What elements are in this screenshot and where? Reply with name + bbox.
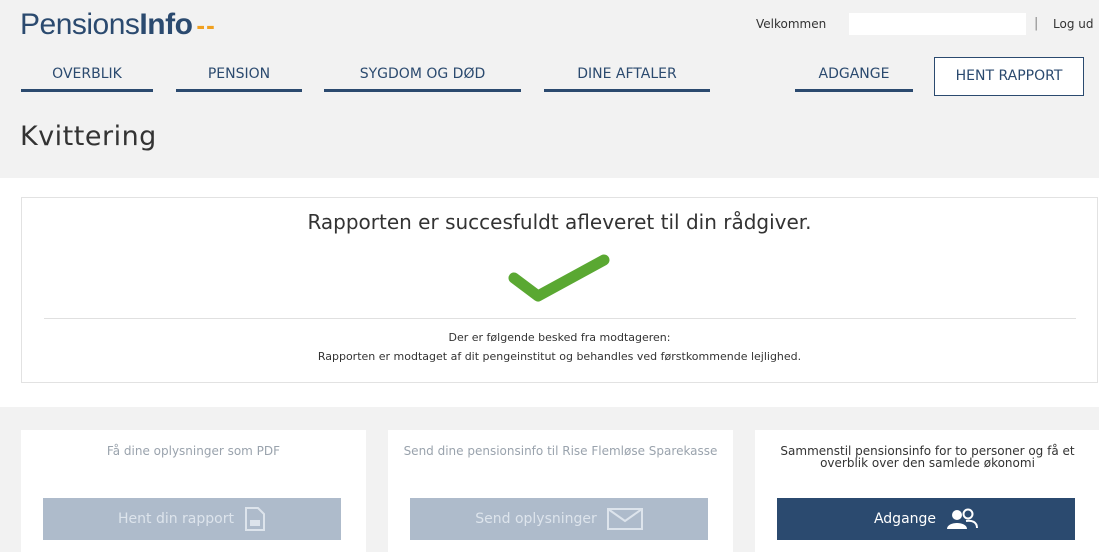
message-body: Rapporten er modtaget af dit pengeinstit…	[317, 350, 802, 363]
document-icon	[244, 507, 265, 531]
receipt-panel: Rapporten er succesfuldt afleveret til d…	[21, 197, 1098, 383]
nav-dine-aftaler[interactable]: DINE AFTALER	[544, 58, 710, 92]
nav-pension[interactable]: PENSION	[176, 58, 302, 92]
divider	[44, 318, 1076, 319]
checkmark-icon	[508, 254, 610, 302]
pensionsinfo-logo[interactable]: PensionsInfo --	[20, 8, 216, 42]
hent-din-rapport-button[interactable]: Hent din rapport	[43, 498, 341, 540]
logout-link[interactable]: Log ud	[1053, 17, 1093, 31]
adgange-card: Sammenstil pensionsinfo for to personer …	[755, 430, 1099, 552]
envelope-icon	[606, 508, 643, 530]
adgange-card-text: Sammenstil pensionsinfo for to personer …	[780, 444, 1075, 470]
send-oplysninger-button[interactable]: Send oplysninger	[410, 498, 708, 540]
receipt-headline: Rapporten er succesfuldt afleveret til d…	[307, 210, 812, 234]
send-card: Send dine pensionsinfo til Rise Flemløse…	[388, 430, 733, 552]
nav-overblik[interactable]: OVERBLIK	[21, 58, 153, 92]
send-oplysninger-label: Send oplysninger	[475, 511, 597, 527]
welcome-label: Velkommen	[756, 17, 827, 31]
adgange-label: Adgange	[873, 511, 937, 527]
logo-dots: --	[196, 10, 216, 40]
pdf-card: Få dine oplysninger som PDF Hent din rap…	[21, 430, 366, 552]
hent-rapport-button[interactable]: HENT RAPPORT	[934, 57, 1084, 96]
logo-prefix: Pensions	[20, 8, 140, 41]
user-name-field	[849, 13, 1026, 35]
nav-adgange[interactable]: ADGANGE	[795, 58, 913, 92]
people-icon	[947, 508, 979, 529]
nav-sygdom-og-doed[interactable]: SYGDOM OG DØD	[324, 58, 521, 92]
send-card-text: Send dine pensionsinfo til Rise Flemløse…	[403, 444, 718, 458]
logo-bold: Info	[139, 8, 193, 41]
hent-din-rapport-label: Hent din rapport	[118, 511, 234, 527]
pdf-card-text: Få dine oplysninger som PDF	[106, 444, 281, 458]
adgange-button[interactable]: Adgange	[777, 498, 1075, 540]
message-intro: Der er følgende besked fra modtageren:	[448, 331, 671, 344]
header-separator: |	[1034, 16, 1039, 31]
page-title: Kvittering	[20, 121, 157, 152]
